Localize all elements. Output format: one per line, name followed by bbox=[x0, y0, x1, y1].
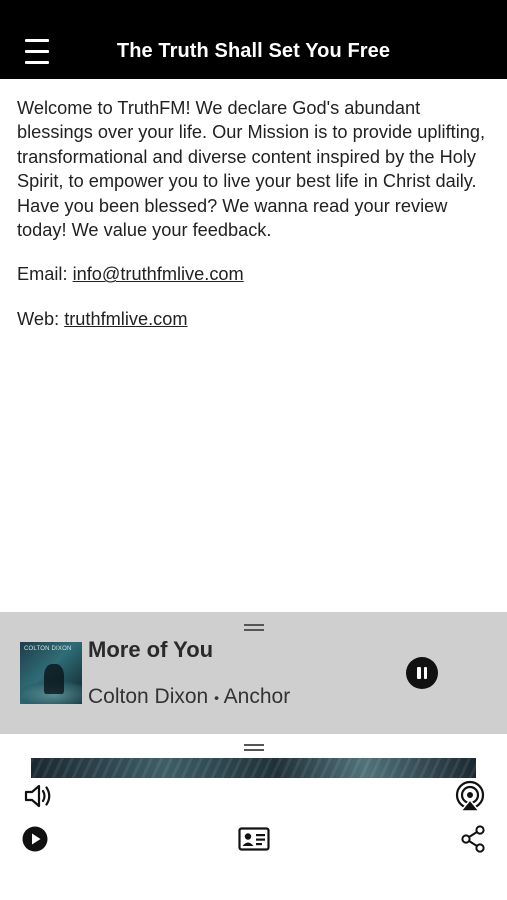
page-title: The Truth Shall Set You Free bbox=[116, 40, 391, 62]
airplay-icon[interactable] bbox=[454, 780, 486, 812]
email-line: Email: info@truthfmlive.com bbox=[17, 262, 492, 286]
album-art-text: COLTON DIXON bbox=[24, 646, 72, 652]
play-icon[interactable] bbox=[22, 826, 48, 852]
expanded-artwork-banner bbox=[31, 758, 476, 778]
drag-handle-icon[interactable] bbox=[244, 624, 264, 632]
web-label: Web: bbox=[17, 308, 65, 329]
web-link[interactable]: truthfmlive.com bbox=[64, 309, 187, 329]
contact-card-icon[interactable] bbox=[238, 827, 270, 851]
app-header: The Truth Shall Set You Free bbox=[0, 0, 507, 79]
drag-handle-icon[interactable] bbox=[244, 744, 264, 752]
separator-dot: • bbox=[214, 689, 219, 706]
album-art: COLTON DIXON bbox=[20, 642, 82, 704]
web-line: Web: truthfmlive.com bbox=[17, 307, 492, 331]
pause-button[interactable] bbox=[406, 657, 438, 689]
share-icon[interactable] bbox=[460, 825, 486, 853]
song-title: More of You bbox=[88, 637, 214, 662]
about-content: Welcome to TruthFM! We declare God's abu… bbox=[17, 96, 492, 331]
email-link[interactable]: info@truthfmlive.com bbox=[73, 264, 244, 284]
expanded-player-area bbox=[0, 734, 507, 900]
intro-paragraph: Welcome to TruthFM! We declare God's abu… bbox=[17, 98, 486, 241]
album-name: Anchor bbox=[223, 685, 291, 708]
speaker-volume-icon[interactable] bbox=[24, 782, 54, 810]
email-label: Email: bbox=[17, 264, 73, 285]
now-playing-bar[interactable]: COLTON DIXON More of You Colton Dixon • … bbox=[0, 612, 507, 734]
artist-name: Colton Dixon bbox=[88, 685, 209, 708]
artist-album-line: Colton Dixon • Anchor bbox=[88, 685, 290, 709]
